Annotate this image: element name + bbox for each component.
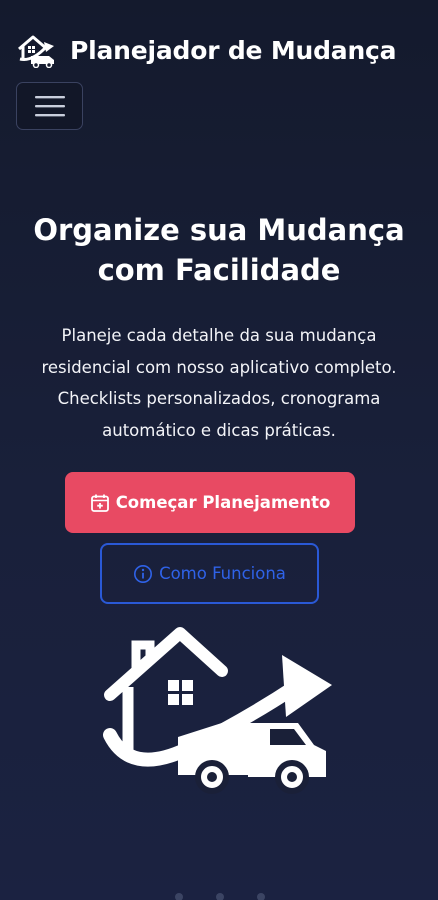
menu-toggle-button[interactable] bbox=[16, 82, 83, 130]
how-it-works-button[interactable]: Como Funciona bbox=[100, 543, 319, 604]
start-planning-button[interactable]: Começar Planejamento bbox=[65, 472, 355, 533]
how-it-works-label: Como Funciona bbox=[159, 564, 286, 583]
carousel-dot[interactable] bbox=[257, 893, 265, 900]
hero-title: Organize sua Mudança com Facilidade bbox=[33, 213, 405, 287]
house-truck-arrow-illustration bbox=[103, 627, 332, 794]
brand-link[interactable]: Planejador de Mudança bbox=[16, 32, 397, 68]
start-planning-label: Começar Planejamento bbox=[115, 493, 331, 512]
calendar-plus-icon bbox=[90, 494, 109, 512]
info-circle-icon bbox=[134, 564, 153, 583]
carousel-dot[interactable] bbox=[216, 893, 224, 900]
hamburger-menu-icon bbox=[34, 96, 65, 117]
carousel-dot[interactable] bbox=[175, 893, 183, 900]
navbar: Planejador de Mudança bbox=[0, 0, 438, 140]
brand-title: Planejador de Mudança bbox=[70, 35, 397, 65]
carousel-indicators bbox=[175, 893, 265, 900]
moving-house-truck-icon bbox=[18, 35, 54, 68]
hero-description: Planeje cada detalhe da sua mudança resi… bbox=[41, 326, 397, 440]
